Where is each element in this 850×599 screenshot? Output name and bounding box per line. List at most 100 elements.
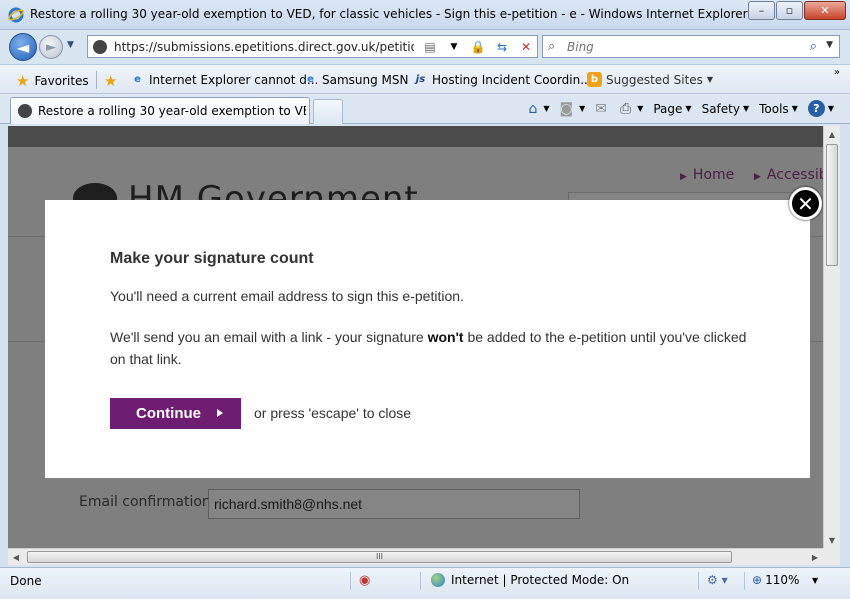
feeds-button[interactable]: ◙ ▼ <box>560 101 586 117</box>
zoom-level-button[interactable]: ⊕ 110% <box>752 573 799 587</box>
horizontal-scrollbar[interactable]: ◀ III ▶ <box>8 548 823 565</box>
chevron-down-icon: ▼ <box>827 104 834 113</box>
page-menu[interactable]: Page ▼ <box>653 102 691 116</box>
vertical-scrollbar[interactable]: ▲ ▼ <box>823 126 840 548</box>
scroll-left-icon[interactable]: ◀ <box>8 549 24 565</box>
divider <box>420 572 421 590</box>
window-titlebar: Restore a rolling 30 year-old exemption … <box>0 0 850 30</box>
print-button[interactable]: ⎙ ▼ <box>620 101 643 117</box>
search-box[interactable]: ⌕ ⌕ ▼ <box>542 35 840 58</box>
tab-active[interactable]: Restore a rolling 30 year-old exemption … <box>10 97 310 124</box>
status-bar: Done ◉ Internet | Protected Mode: On ⚙ ▾… <box>0 567 850 599</box>
rss-feed-icon: ◙ <box>559 100 574 117</box>
scrollbar-corner <box>823 548 840 565</box>
tab-row: Restore a rolling 30 year-old exemption … <box>0 94 850 124</box>
command-bar: ⌂ ▼ ◙ ▼ ✉ ⎙ ▼ Page ▼ Safety ▼ Tools ▼ ? ▼ <box>518 100 834 117</box>
mail-icon: ✉ <box>595 100 607 117</box>
back-button[interactable]: ◄ <box>9 33 37 61</box>
js-icon: js <box>415 74 426 85</box>
security-lock-icon[interactable]: 🔒 <box>466 36 490 57</box>
address-url[interactable]: https://submissions.epetitions.direct.go… <box>114 40 414 54</box>
favorites-star-icon: ★ <box>16 72 30 90</box>
maximize-button[interactable]: ▫ <box>776 1 803 20</box>
add-favorite-icon: ★ <box>104 72 118 90</box>
scroll-down-icon[interactable]: ▼ <box>824 532 840 548</box>
escape-hint: or press 'escape' to close <box>254 405 412 421</box>
chevron-down-icon: ▼ <box>685 104 692 113</box>
window-frame-left <box>0 124 8 567</box>
refresh-icon[interactable]: ⇆ <box>490 36 514 57</box>
tab-title: Restore a rolling 30 year-old exemption … <box>38 104 306 118</box>
email-confirmation-input[interactable]: richard.smith8@nhs.net <box>208 489 580 519</box>
tools-menu[interactable]: Tools ▼ <box>759 102 798 116</box>
search-icon[interactable]: ⌕ <box>810 39 817 54</box>
window-title: Restore a rolling 30 year-old exemption … <box>30 7 748 21</box>
triangle-right-icon: ▶ <box>754 172 761 182</box>
read-mail-button[interactable]: ✉ <box>595 101 610 117</box>
site-favicon-icon <box>93 40 107 54</box>
modal-title: Make your signature count <box>110 250 314 267</box>
favorites-button[interactable]: ★ Favorites <box>16 72 89 90</box>
window-frame-right <box>840 124 850 567</box>
scroll-up-icon[interactable]: ▲ <box>824 126 840 142</box>
site-favicon-icon <box>18 104 32 118</box>
stop-icon[interactable]: ✕ <box>514 36 538 57</box>
safety-menu[interactable]: Safety ▼ <box>702 102 750 116</box>
divider <box>698 572 699 590</box>
minimize-button[interactable]: – <box>748 1 775 20</box>
home-icon: ⌂ <box>528 100 538 117</box>
ie-logo-icon <box>8 7 24 23</box>
navigation-bar: ◄ ► ▼ https://submissions.epetitions.dir… <box>0 30 850 64</box>
horizontal-scroll-thumb[interactable]: III <box>27 551 732 563</box>
help-icon: ? <box>807 100 825 117</box>
divider <box>744 572 745 590</box>
signature-modal: Make your signature count You'll need a … <box>45 200 810 478</box>
ie-icon: e <box>134 74 141 85</box>
new-tab-button[interactable] <box>313 99 343 124</box>
page-nav-accessibility-link[interactable]: ▶Accessibi <box>754 167 823 183</box>
divider <box>96 71 97 89</box>
favorite-link-ie-cannot-display[interactable]: e Internet Explorer cannot d... <box>130 72 318 87</box>
address-bar[interactable]: https://submissions.epetitions.direct.go… <box>87 35 538 58</box>
chevron-down-icon: ▼ <box>706 75 714 84</box>
ie-icon: e <box>307 74 314 85</box>
chevron-down-icon: ▼ <box>791 104 798 113</box>
zoom-icon: ⊕ <box>752 573 763 587</box>
continue-button[interactable]: Continue <box>110 398 241 429</box>
modal-paragraph-email-required: You'll need a current email address to s… <box>110 288 464 304</box>
help-menu[interactable]: ? ▼ <box>807 100 834 117</box>
add-to-favorites-bar-button[interactable]: ★ <box>104 72 122 90</box>
triangle-right-icon <box>217 409 223 417</box>
modal-paragraph-email-link: We'll send you an email with a link - yo… <box>110 329 747 367</box>
modal-close-icon[interactable]: ✕ <box>789 187 822 220</box>
zoom-dropdown-icon[interactable]: ▼ <box>812 576 818 585</box>
scroll-right-icon[interactable]: ▶ <box>807 549 823 565</box>
search-input[interactable] <box>567 38 797 55</box>
suggested-sites-button[interactable]: b Suggested Sites ▼ <box>587 72 713 87</box>
compatibility-view-icon[interactable]: ▤ <box>418 36 442 57</box>
triangle-right-icon: ▶ <box>680 172 687 182</box>
recent-pages-dropdown-icon[interactable]: ▼ <box>67 40 74 50</box>
suggested-sites-icon: b <box>587 72 602 87</box>
search-provider-icon: ⌕ <box>548 39 556 54</box>
favorite-link-hosting-incident[interactable]: js Hosting Incident Coordin... <box>413 72 592 87</box>
status-text: Done <box>10 574 42 588</box>
forward-button[interactable]: ► <box>39 35 63 59</box>
page-nav-home-link[interactable]: ▶ Home <box>680 167 734 183</box>
home-button[interactable]: ⌂ ▼ <box>528 101 549 117</box>
security-zone[interactable]: Internet | Protected Mode: On <box>431 573 629 587</box>
privacy-report-icon[interactable]: ◉ <box>359 573 370 588</box>
chevron-down-icon: ▼ <box>579 104 586 113</box>
email-confirmation-label: Email confirmation <box>79 494 211 510</box>
chevron-down-icon: ▼ <box>637 104 644 113</box>
search-options-dropdown-icon[interactable]: ▼ <box>826 40 833 50</box>
printer-icon: ⎙ <box>620 100 632 117</box>
internet-globe-icon <box>431 573 445 587</box>
divider <box>350 572 351 590</box>
protected-mode-settings-icon[interactable]: ⚙ ▾ <box>707 573 728 587</box>
more-favorites-chevron-icon[interactable]: » <box>834 67 840 78</box>
vertical-scroll-thumb[interactable] <box>826 144 838 266</box>
address-dropdown-icon[interactable]: ▼ <box>442 36 466 57</box>
favorite-link-samsung-msn[interactable]: e Samsung MSN <box>303 72 408 87</box>
close-window-button[interactable]: ✕ <box>804 1 846 20</box>
